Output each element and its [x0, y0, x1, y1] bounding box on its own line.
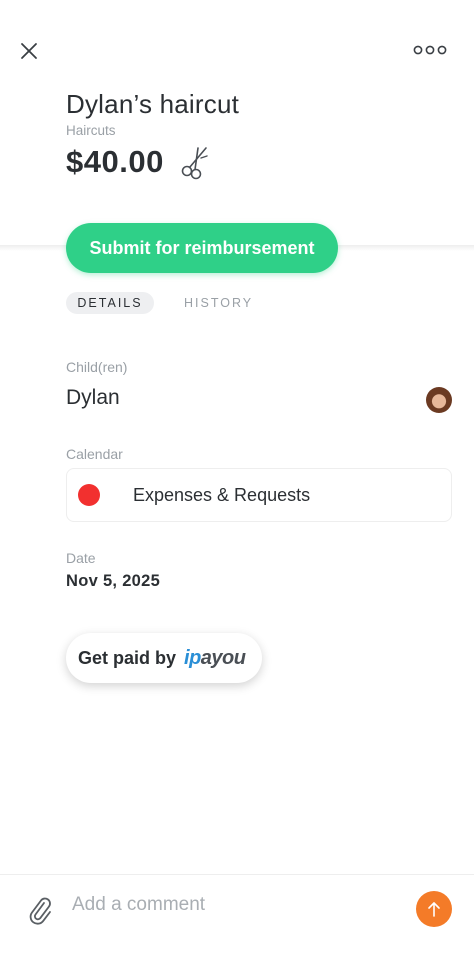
ipayou-logo: ipayou [184, 646, 246, 669]
paperclip-icon [29, 897, 51, 925]
close-button[interactable] [16, 38, 42, 64]
calendar-selector[interactable]: Expenses & Requests [66, 468, 452, 522]
tab-details[interactable]: DETAILS [66, 292, 154, 314]
page-title: Dylan’s haircut [66, 89, 240, 119]
more-options-icon [413, 45, 447, 55]
attach-button[interactable] [26, 895, 54, 925]
amount-row: $40.00 [66, 144, 446, 180]
avatar[interactable] [426, 387, 452, 413]
expense-header: Dylan’s haircut Haircuts $40.00 [66, 88, 446, 180]
expense-category: Haircuts [66, 123, 116, 138]
children-value: Dylan [66, 386, 120, 409]
children-label: Child(ren) [66, 359, 128, 375]
date-value: Nov 5, 2025 [66, 572, 161, 590]
comment-input[interactable] [72, 889, 402, 921]
calendar-label: Calendar [66, 446, 123, 462]
more-options-button[interactable] [412, 40, 448, 60]
send-button[interactable] [416, 891, 452, 927]
submit-reimbursement-button[interactable]: Submit for reimbursement [66, 223, 338, 273]
date-label: Date [66, 550, 96, 566]
calendar-value: Expenses & Requests [133, 484, 311, 505]
close-icon [21, 43, 37, 59]
tab-bar: DETAILS HISTORY [66, 292, 253, 314]
top-bar [0, 0, 474, 100]
get-paid-label: Get paid by [78, 647, 177, 668]
tab-history[interactable]: HISTORY [184, 292, 253, 314]
get-paid-button[interactable]: Get paid by ipayou [66, 633, 262, 683]
scissors-icon [181, 147, 208, 180]
arrow-up-icon [428, 902, 440, 917]
comment-bar [0, 874, 474, 960]
calendar-color-dot [78, 484, 100, 506]
expense-amount: $40.00 [66, 144, 164, 179]
